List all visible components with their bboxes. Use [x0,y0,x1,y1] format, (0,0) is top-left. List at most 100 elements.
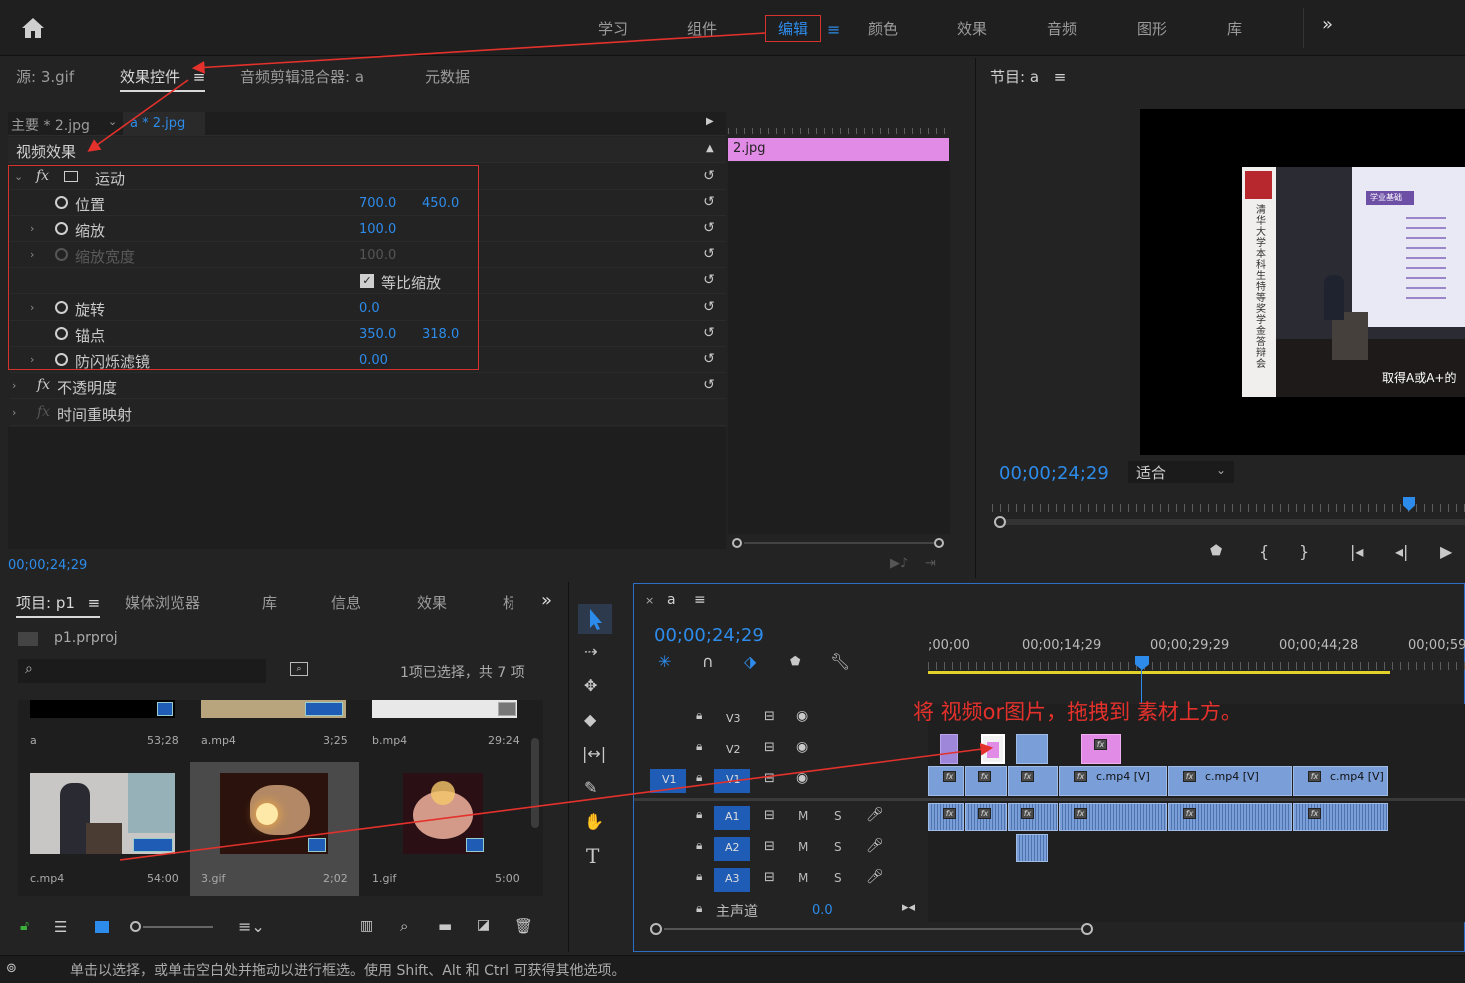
icon-view-icon[interactable] [95,921,109,933]
clip-v1-2[interactable]: fx [965,766,1007,796]
home-icon[interactable] [20,16,46,40]
selection-tool[interactable] [578,604,612,634]
menu-icon[interactable]: ≡ [827,20,840,39]
audio-mixer-tab[interactable]: 音频剪辑混合器: a [240,66,364,87]
project-scrollbar[interactable] [531,738,539,828]
microphone-icon[interactable]: 🎤︎ [866,807,884,823]
clip-a1-1[interactable]: fx [928,803,964,831]
scroll-handle-left[interactable] [732,538,742,548]
new-search-bin-icon[interactable]: ⌕ [290,662,308,676]
trash-icon[interactable]: 🗑︎ [514,917,533,935]
sequence-clip-tab[interactable]: a * 2.jpg [123,112,205,136]
effects-tab[interactable]: 效果 [417,592,447,613]
tab-editing[interactable]: 编辑 [765,15,822,42]
ec-clip-bar[interactable]: 2.jpg [728,138,949,161]
chevron-down-icon[interactable]: ⌄ [108,115,117,128]
clip-a2-1[interactable] [1016,834,1048,862]
panel-menu-icon[interactable]: ≡ [694,592,706,608]
clip-a1-6[interactable]: fx [1293,803,1388,831]
info-tab[interactable]: 信息 [331,592,361,613]
sync-lock-icon[interactable]: ⊟ [764,839,775,854]
project-search-input[interactable]: ⌕ [18,659,266,683]
mute-button[interactable]: M [798,871,808,885]
timeline-ruler[interactable] [928,662,1465,670]
mute-button[interactable]: M [798,840,808,854]
find-icon[interactable]: ⌕ [400,917,408,935]
ec-timecode[interactable]: 00;00;24;29 [8,558,87,573]
timeline-scroll-right-handle[interactable] [1081,923,1093,935]
master-volume[interactable]: 0.0 [812,903,833,918]
clip-v1-1[interactable]: fx [928,766,964,796]
fx-icon[interactable]: fx [37,377,50,393]
nest-icon[interactable]: ✳ [658,652,671,671]
markers-tab[interactable]: 标 [503,592,513,613]
wrench-icon[interactable]: 🔧︎ [830,652,850,671]
track-target-a2[interactable]: A2 [714,837,750,861]
new-bin-icon[interactable]: ▬ [438,917,452,935]
razor-tool-icon[interactable]: ◆ [584,710,596,729]
new-item-icon[interactable]: ◪ [477,917,490,933]
clip-a1-4[interactable]: fx [1059,803,1167,831]
track-target-v1[interactable]: V1 [714,769,750,793]
automate-to-sequence-icon[interactable]: ▥ [360,918,373,934]
timeline-scroll-left-handle[interactable] [650,923,662,935]
chevron-right-icon[interactable]: › [12,406,16,419]
clip-v2-image-selected[interactable] [981,734,1005,764]
slip-tool-icon[interactable]: |↔| [582,744,606,763]
media-browser-tab[interactable]: 媒体浏览器 [125,592,200,613]
reset-icon[interactable]: ↺ [700,245,718,263]
ripple-edit-tool-icon[interactable]: ✥ [584,676,597,695]
add-marker-icon[interactable]: ⬟ [1210,543,1222,559]
track-select-tool-icon[interactable]: ⇢ [584,642,597,661]
lock-icon[interactable]: 🔓︎ [20,918,29,934]
microphone-icon[interactable]: 🎤︎ [866,869,884,885]
program-timecode[interactable]: 00;00;24;29 [999,463,1109,484]
mute-button[interactable]: M [798,809,808,823]
tab-libraries[interactable]: 库 [1227,18,1242,39]
add-marker-icon[interactable]: ⬟ [790,654,800,668]
reset-icon[interactable]: ↺ [700,167,718,185]
eye-icon[interactable]: ◉ [796,770,808,786]
clip-v2-video[interactable] [1016,734,1048,764]
source-patch-v1[interactable]: V1 [650,769,686,793]
play-triangle-icon[interactable]: ▶ [706,116,714,127]
tab-graphics[interactable]: 图形 [1137,18,1167,39]
pen-tool-icon[interactable]: ✎ [584,778,597,797]
clip-v1-3[interactable]: fx [1008,766,1058,796]
thumb-b-mp4[interactable] [372,700,517,718]
clip-v2-gif[interactable] [940,734,958,764]
lock-icon[interactable]: 🔒︎ [696,708,702,723]
snap-icon[interactable]: ∩ [702,652,714,671]
reset-icon[interactable]: ↺ [700,376,718,394]
track-target-a3[interactable]: A3 [714,868,750,892]
reset-icon[interactable]: ↺ [700,219,718,237]
clip-v1-c2[interactable]: fx c.mp4 [V] [1168,766,1292,796]
reset-icon[interactable]: ↺ [700,298,718,316]
scroll-handle-right[interactable] [934,538,944,548]
clip-v1-c3[interactable]: fx c.mp4 [V] [1293,766,1388,796]
clip-a1-5[interactable]: fx [1168,803,1292,831]
eye-icon[interactable]: ◉ [796,708,808,724]
solo-button[interactable]: S [834,871,842,885]
zoom-slider[interactable] [130,921,220,933]
opacity-row[interactable]: › fx 不透明度 ↺ [10,373,726,399]
zoom-knob[interactable] [130,921,141,932]
solo-button[interactable]: S [834,840,842,854]
chevron-right-icon[interactable]: › [12,379,16,392]
timeline-timecode[interactable]: 00;00;24;29 [654,625,764,646]
audio-solo-icon[interactable]: ▶♪ [890,556,908,571]
hand-tool-icon[interactable]: ✋ [584,812,604,831]
tab-learn[interactable]: 学习 [598,18,628,39]
go-to-end-icon[interactable]: ▸◂ [902,900,915,915]
time-remap-row[interactable]: › fx 时间重映射 [10,400,726,426]
lock-icon[interactable]: 🔒︎ [696,838,702,853]
metadata-tab[interactable]: 元数据 [425,66,470,87]
mark-in-icon[interactable]: { [1259,542,1269,561]
program-scroll-handle[interactable] [994,516,1006,528]
play-icon[interactable]: ▶ [1440,542,1452,561]
sync-lock-icon[interactable]: ⊟ [764,740,775,755]
tab-audio[interactable]: 音频 [1047,18,1077,39]
sort-icon[interactable]: ≡⌄ [238,917,265,936]
reset-icon[interactable]: ↺ [700,271,718,289]
lock-icon[interactable]: 🔒︎ [696,901,702,916]
